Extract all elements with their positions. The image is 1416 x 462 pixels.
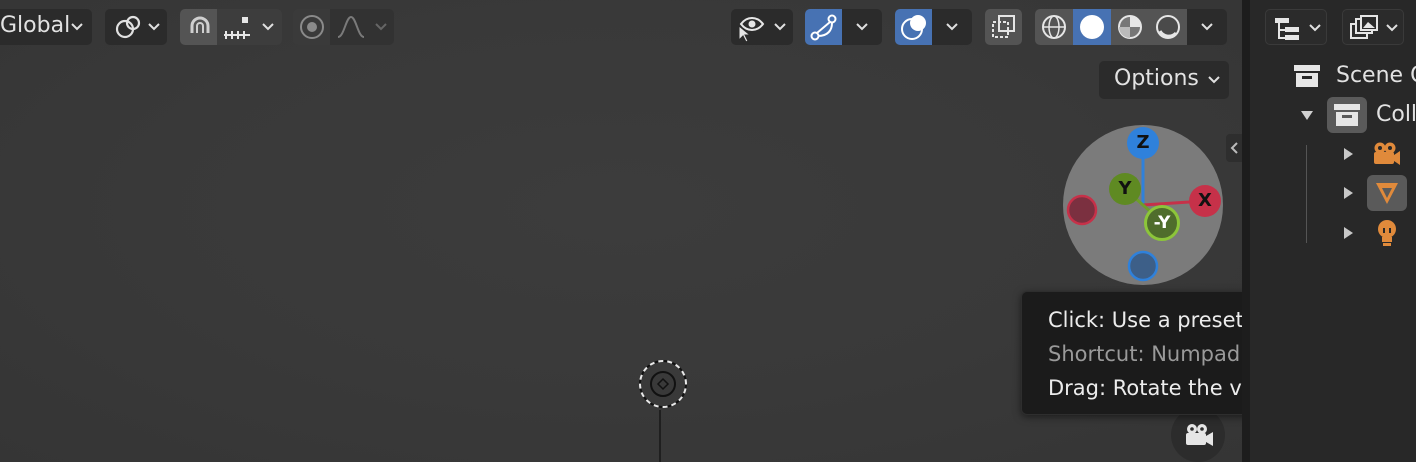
outliner-hierarchy-icon [1275,18,1299,40]
overlays-icon [901,15,926,40]
expand-arrow-icon [1344,187,1353,199]
gizmo-dropdown[interactable] [842,9,882,45]
material-sphere-icon [1118,15,1142,39]
chevron-down-icon [148,23,160,31]
magnet-icon [190,16,210,33]
expand-arrow-icon [1344,227,1353,239]
expand-arrow-icon [1344,148,1353,160]
shading-rendered-button[interactable] [1149,9,1187,45]
chevron-down-icon [262,23,274,31]
rendered-sphere-icon [1156,15,1180,39]
wireframe-sphere-icon [1042,15,1066,39]
pivot-point-dropdown[interactable] [105,9,167,45]
chevron-down-icon [1208,76,1220,84]
gizmo-icon [810,14,837,41]
camera-view-button[interactable] [1171,408,1225,462]
proportional-editing-icon [300,15,324,39]
outliner-item-mesh[interactable] [1250,175,1416,211]
outliner-item-light[interactable] [1250,215,1416,251]
gizmo-negative-y-axis[interactable]: -Y [1144,205,1180,241]
overlays-toggle[interactable] [895,9,932,45]
overlays-dropdown[interactable] [932,9,972,45]
chevron-down-icon [1386,24,1398,32]
outliner-filter-dropdown[interactable] [1342,9,1404,45]
tooltip-shortcut-text: Shortcut: Numpad 1 [1048,342,1242,366]
chevron-down-icon [375,23,387,31]
options-label: Options [1114,66,1199,91]
collection-label: Coll [1376,102,1416,127]
outliner-panel: Scene C Coll [1250,0,1416,462]
camera-object-icon [1374,142,1400,165]
eye-cursor-icon [738,17,765,42]
options-dropdown[interactable]: Options [1099,61,1229,99]
gizmo-toggle[interactable] [805,9,842,45]
snap-toggle[interactable] [180,9,217,45]
camera-icon [1186,424,1213,446]
shading-material-preview-button[interactable] [1111,9,1149,45]
xray-toggle[interactable] [985,9,1022,45]
image-stack-icon [1350,15,1378,39]
outliner-collection[interactable]: Coll [1250,97,1416,133]
outliner-scene-collection[interactable]: Scene C [1250,58,1416,94]
light-bulb-icon [1378,220,1396,246]
selectability-visibility-dropdown[interactable] [731,9,793,45]
shading-solid-button[interactable] [1073,9,1111,45]
collection-box-icon [1294,65,1320,87]
collection-icon-bg [1327,97,1367,133]
chevron-down-icon [856,23,868,31]
shading-dropdown[interactable] [1187,9,1227,45]
area-divider[interactable] [1242,0,1250,462]
proportional-editing-toggle[interactable] [293,9,330,45]
tooltip-drag-text: Drag: Rotate the view [1048,376,1242,400]
sidebar-toggle[interactable] [1226,134,1242,162]
chevron-down-icon [774,23,786,31]
tooltip-click-text: Click: Use a preset viewpoint [1048,308,1242,332]
transform-orientation-label: Global [0,13,71,38]
mesh-icon-bg [1367,175,1407,211]
collection-box-icon [1334,104,1360,126]
xray-icon [992,15,1015,38]
transform-orientation-dropdown[interactable]: Global [0,9,92,45]
chevron-down-icon [946,23,958,31]
expand-triangle-icon [1301,111,1313,120]
outliner-item-camera[interactable] [1250,136,1416,172]
mesh-object-icon [1376,183,1398,204]
tooltip: Click: Use a preset viewpoint Shortcut: … [1021,291,1242,415]
shading-wireframe-button[interactable] [1035,9,1073,45]
chevron-down-icon [1309,24,1321,32]
outliner-display-mode-dropdown[interactable] [1265,9,1327,45]
chevron-down-icon [71,23,83,31]
3d-cursor [639,360,687,408]
3d-viewport[interactable]: Global Options Z Y X -Y Click: Use a pre… [0,0,1242,462]
navigation-gizmo[interactable]: Z Y X -Y [1063,125,1223,285]
pivot-point-icon [115,15,141,39]
gizmo-x-axis[interactable]: X [1189,185,1221,217]
scene-collection-label: Scene C [1336,63,1416,88]
snap-increment-icon [224,17,250,39]
gizmo-y-axis[interactable]: Y [1109,173,1141,205]
gizmo-z-axis[interactable]: Z [1127,127,1159,159]
snap-target-dropdown[interactable] [217,9,282,45]
falloff-curve-icon [337,15,365,38]
chevron-left-icon [1230,142,1238,154]
solid-sphere-icon [1080,15,1104,39]
camera-object-line [659,410,661,462]
proportional-falloff-dropdown[interactable] [330,9,394,45]
chevron-down-icon [1201,23,1213,31]
